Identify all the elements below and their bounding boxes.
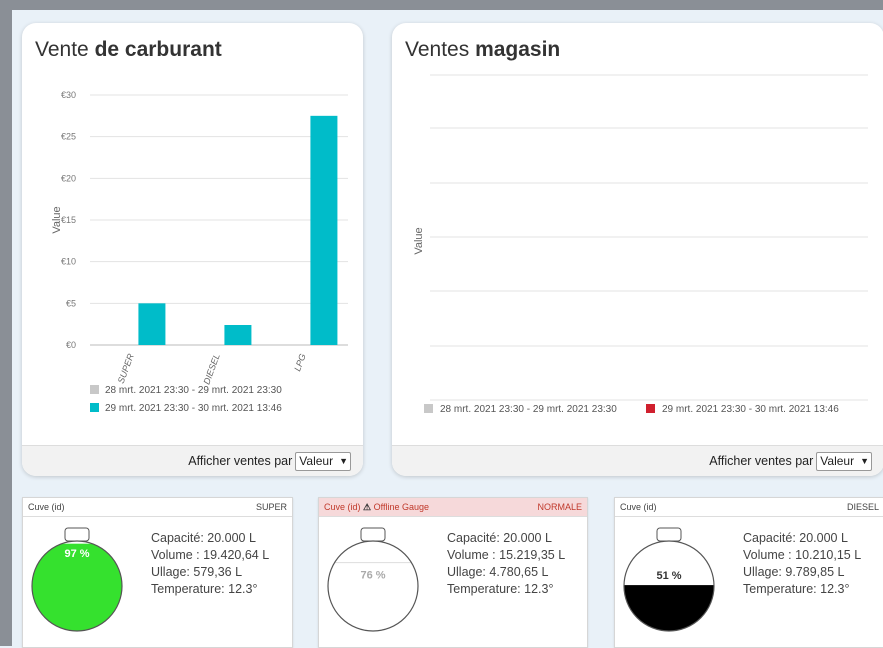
y-tick-label: €30 [61, 90, 76, 100]
window-frame-top [0, 0, 883, 10]
tank-info: Capacité: 20.000 L Volume : 10.210,15 L … [743, 530, 861, 598]
tank-card-diesel[interactable]: Cuve (id) DIESEL 51 % Capacité: 20.000 L… [614, 497, 883, 648]
bar [138, 303, 166, 345]
y-tick-label: €20 [61, 173, 76, 183]
legend-swatch [646, 404, 655, 413]
tank-gauge: 51 % [623, 527, 715, 632]
warning-icon: ⚠ [363, 501, 372, 512]
tank-gauge: 76 % [327, 527, 419, 632]
tank-temperature: Temperature: 12.3° [151, 582, 258, 596]
legend-label: 28 mrt. 2021 23:30 - 29 mrt. 2021 23:30 [105, 385, 282, 396]
tank-id-label: Cuve (id) [620, 502, 657, 512]
x-tick-label: SUPER [116, 352, 136, 385]
display-mode-select[interactable]: Valeur ▼ [295, 451, 351, 471]
tank-header: Cuve (id) DIESEL [615, 498, 883, 517]
fuel-sales-footer: Afficher ventes par Valeur ▼ [22, 445, 363, 476]
tank-volume: Volume : 19.420,64 L [151, 548, 270, 562]
chevron-down-icon: ▼ [339, 455, 348, 466]
dashboard: Vente de carburant €0 €5 €10 €15 €20 €25 €30 Va… [12, 10, 883, 648]
tank-cap-icon [64, 527, 90, 542]
legend-label: 28 mrt. 2021 23:30 - 29 mrt. 2021 23:30 [440, 404, 617, 415]
tank-header: Cuve (id) SUPER [23, 498, 292, 517]
display-mode-value: Valeur [820, 453, 855, 468]
tank-ullage: Ullage: 579,36 L [151, 565, 243, 579]
tank-capacity: Capacité: 20.000 L [151, 531, 256, 545]
fuel-sales-card: Vente de carburant €0 €5 €10 €15 €20 €25 €30 Va… [22, 23, 363, 476]
tank-percent-label: 51 % [656, 570, 681, 582]
tank-volume: Volume : 10.210,15 L [743, 548, 862, 562]
tank-volume: Volume : 15.219,35 L [447, 548, 566, 562]
y-axis-label: Value [413, 227, 425, 254]
tank-product-label: SUPER [255, 502, 287, 512]
y-tick-label: €25 [61, 132, 76, 142]
x-tick-label: DIESEL [201, 352, 221, 386]
y-tick-label: €10 [61, 257, 76, 267]
display-mode-value: Valeur [299, 453, 334, 468]
tank-ullage: Ullage: 9.789,85 L [743, 565, 845, 579]
tank-info: Capacité: 20.000 L Volume : 15.219,35 L … [447, 530, 565, 598]
bar [224, 325, 252, 345]
window-frame-left [0, 0, 12, 646]
tank-product-label: NORMALE [537, 502, 582, 512]
tank-cap-icon [656, 527, 682, 542]
tank-card-super[interactable]: Cuve (id) SUPER 97 % Capacité: 20.000 L … [22, 497, 293, 648]
tank-fill-level [624, 585, 714, 631]
y-tick-label: €5 [66, 298, 76, 308]
legend-swatch [90, 403, 99, 412]
tank-gauge: 97 % [31, 527, 123, 632]
bar [310, 115, 338, 345]
tank-percent-label: 97 % [64, 548, 89, 560]
y-tick-label: €15 [61, 215, 76, 225]
tank-cap-icon [360, 527, 386, 542]
y-axis-label: Value [51, 206, 63, 233]
offline-gauge-label: Offline Gauge [373, 501, 429, 512]
tank-percent-label: 76 % [360, 570, 385, 582]
legend-label: 29 mrt. 2021 23:30 - 30 mrt. 2021 13:46 [662, 404, 839, 415]
tank-id-label: Cuve (id) [28, 502, 65, 512]
chevron-down-icon: ▼ [860, 455, 869, 466]
tank-info: Capacité: 20.000 L Volume : 19.420,64 L … [151, 530, 269, 598]
legend-swatch [90, 385, 99, 394]
x-tick-label: LPG [292, 352, 308, 372]
legend-label: 29 mrt. 2021 23:30 - 30 mrt. 2021 13:46 [105, 403, 282, 414]
shop-sales-card: Ventes magasin Value 28 mrt. 2021 23:30 -… [392, 23, 883, 476]
y-tick-label: €0 [66, 340, 76, 350]
tank-header: Cuve (id) ⚠ Offline Gauge NORMALE [319, 498, 587, 517]
tank-id-label: Cuve (id) [324, 501, 361, 512]
tank-temperature: Temperature: 12.3° [743, 582, 850, 596]
display-sales-by-label: Afficher ventes par [709, 454, 814, 468]
tank-card-normale[interactable]: Cuve (id) ⚠ Offline Gauge NORMALE 76 % C… [318, 497, 588, 648]
shop-sales-chart: Value 28 mrt. 2021 23:30 - 29 mrt. 2021 2… [413, 74, 868, 415]
tank-capacity: Capacité: 20.000 L [743, 531, 848, 545]
tank-product-label: DIESEL [846, 502, 879, 512]
display-mode-select[interactable]: Valeur ▼ [816, 451, 872, 471]
tank-capacity: Capacité: 20.000 L [447, 531, 552, 545]
tank-ullage: Ullage: 4.780,65 L [447, 565, 549, 579]
legend-swatch [424, 404, 433, 413]
tank-temperature: Temperature: 12.3° [447, 582, 554, 596]
fuel-sales-chart: €0 €5 €10 €15 €20 €25 €30 Value SUPER DIESEL LPG 28… [51, 90, 348, 414]
shop-sales-footer: Afficher ventes par Valeur ▼ [392, 445, 883, 476]
display-sales-by-label: Afficher ventes par [188, 454, 293, 468]
